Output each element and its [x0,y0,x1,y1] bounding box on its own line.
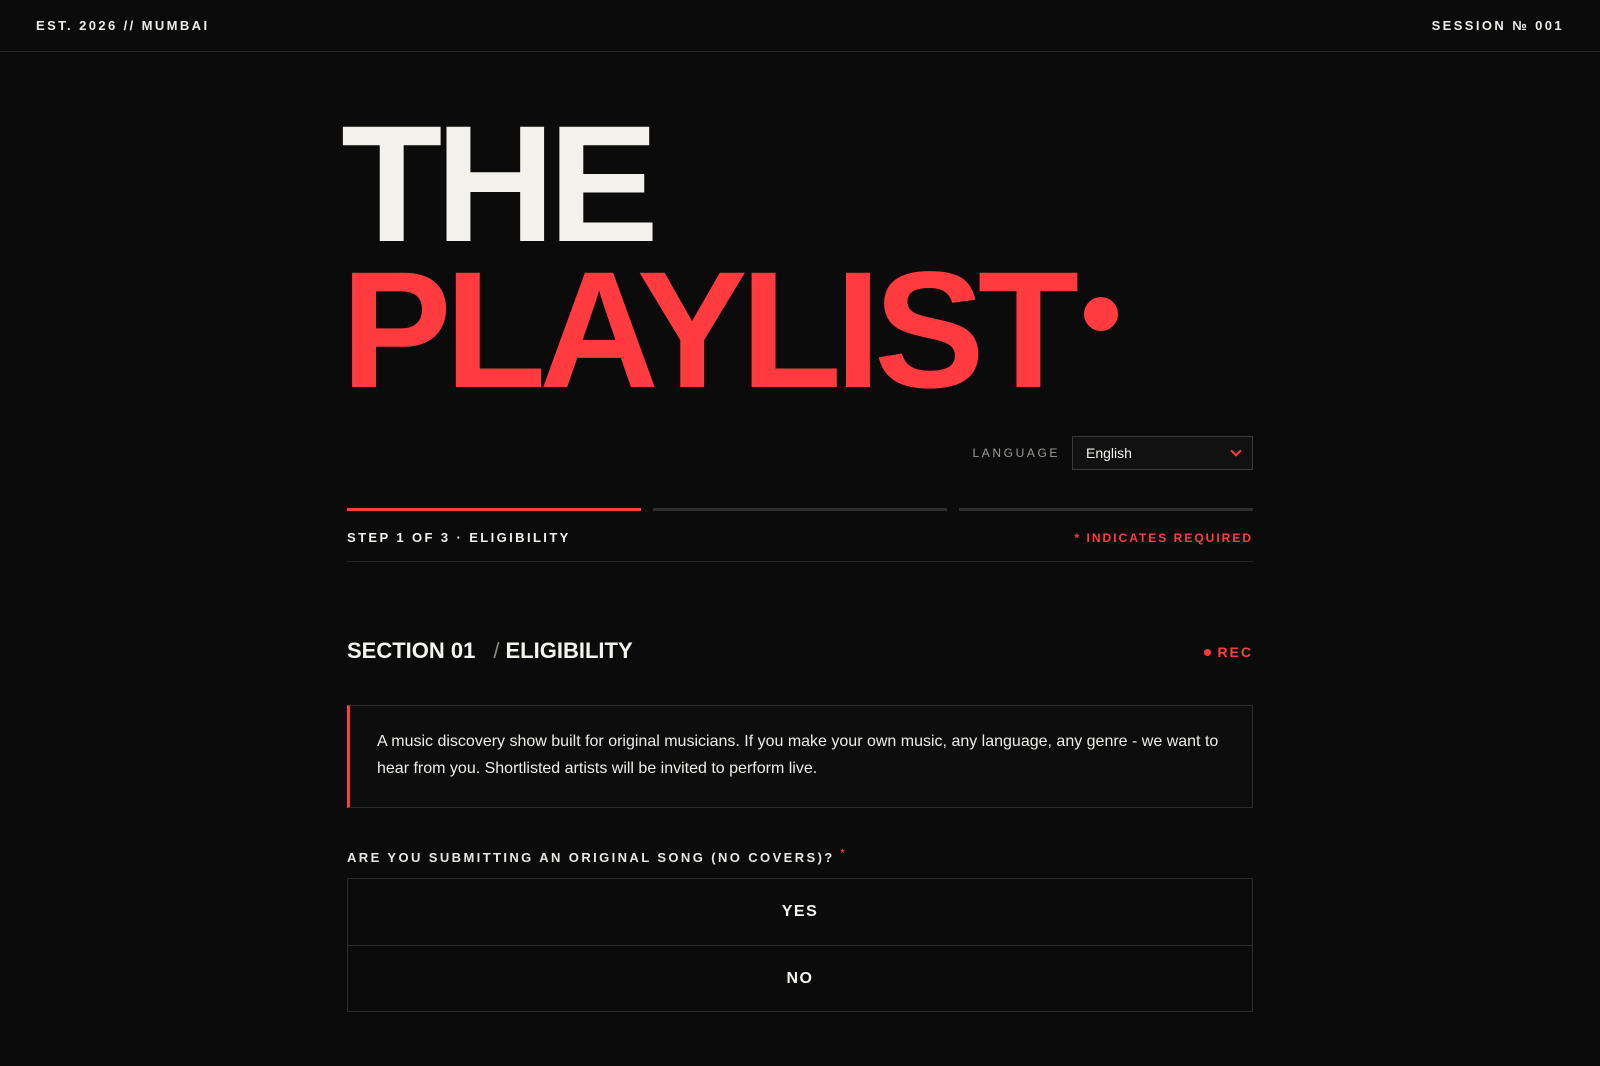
est-location-label: EST. 2026 // MUMBAI [36,18,210,33]
question-label: ARE YOU SUBMITTING AN ORIGINAL SONG (NO … [347,848,847,865]
section-header: SECTION 01 /ELIGIBILITY REC [347,638,1253,668]
rec-label: REC [1217,644,1253,660]
language-select[interactable]: English [1072,436,1253,470]
top-bar: EST. 2026 // MUMBAI SESSION № 001 [0,0,1600,52]
progress-segment-3 [959,508,1253,511]
required-star: * [840,848,847,859]
language-selected-value: English [1086,445,1132,461]
answer-options: YES NO [347,878,1253,1012]
section-name: ELIGIBILITY [505,638,633,663]
progress-segment-2 [653,508,947,511]
page-title: THE PLAYLIST [341,92,1119,414]
rec-dot-icon [1204,648,1212,656]
step-progress-bar [347,508,1253,511]
title-line-the: THE [341,92,659,277]
progress-segment-1 [347,508,641,511]
required-note: * INDICATES REQUIRED [1074,531,1253,545]
title-playlist-text: PLAYLIST [341,238,1079,423]
language-label: LANGUAGE [972,446,1060,460]
title-line-playlist: PLAYLIST [341,248,1119,414]
step-info-row: STEP 1 OF 3 · ELIGIBILITY * INDICATES RE… [347,528,1253,562]
section-title: SECTION 01 /ELIGIBILITY [347,638,633,664]
rec-indicator: REC [1204,644,1253,660]
chevron-down-icon [1230,445,1242,457]
option-yes-button[interactable]: YES [348,879,1252,945]
section-number: SECTION 01 [347,638,476,663]
session-number-label: SESSION № 001 [1431,18,1564,33]
question-text: ARE YOU SUBMITTING AN ORIGINAL SONG (NO … [347,850,835,865]
intro-callout: A music discovery show built for origina… [347,705,1253,808]
language-selector: LANGUAGE English [972,436,1253,470]
title-dot-icon [1084,297,1119,331]
step-label: STEP 1 OF 3 · ELIGIBILITY [347,530,571,545]
section-divider: / [493,638,500,663]
option-no-button[interactable]: NO [348,945,1252,1011]
